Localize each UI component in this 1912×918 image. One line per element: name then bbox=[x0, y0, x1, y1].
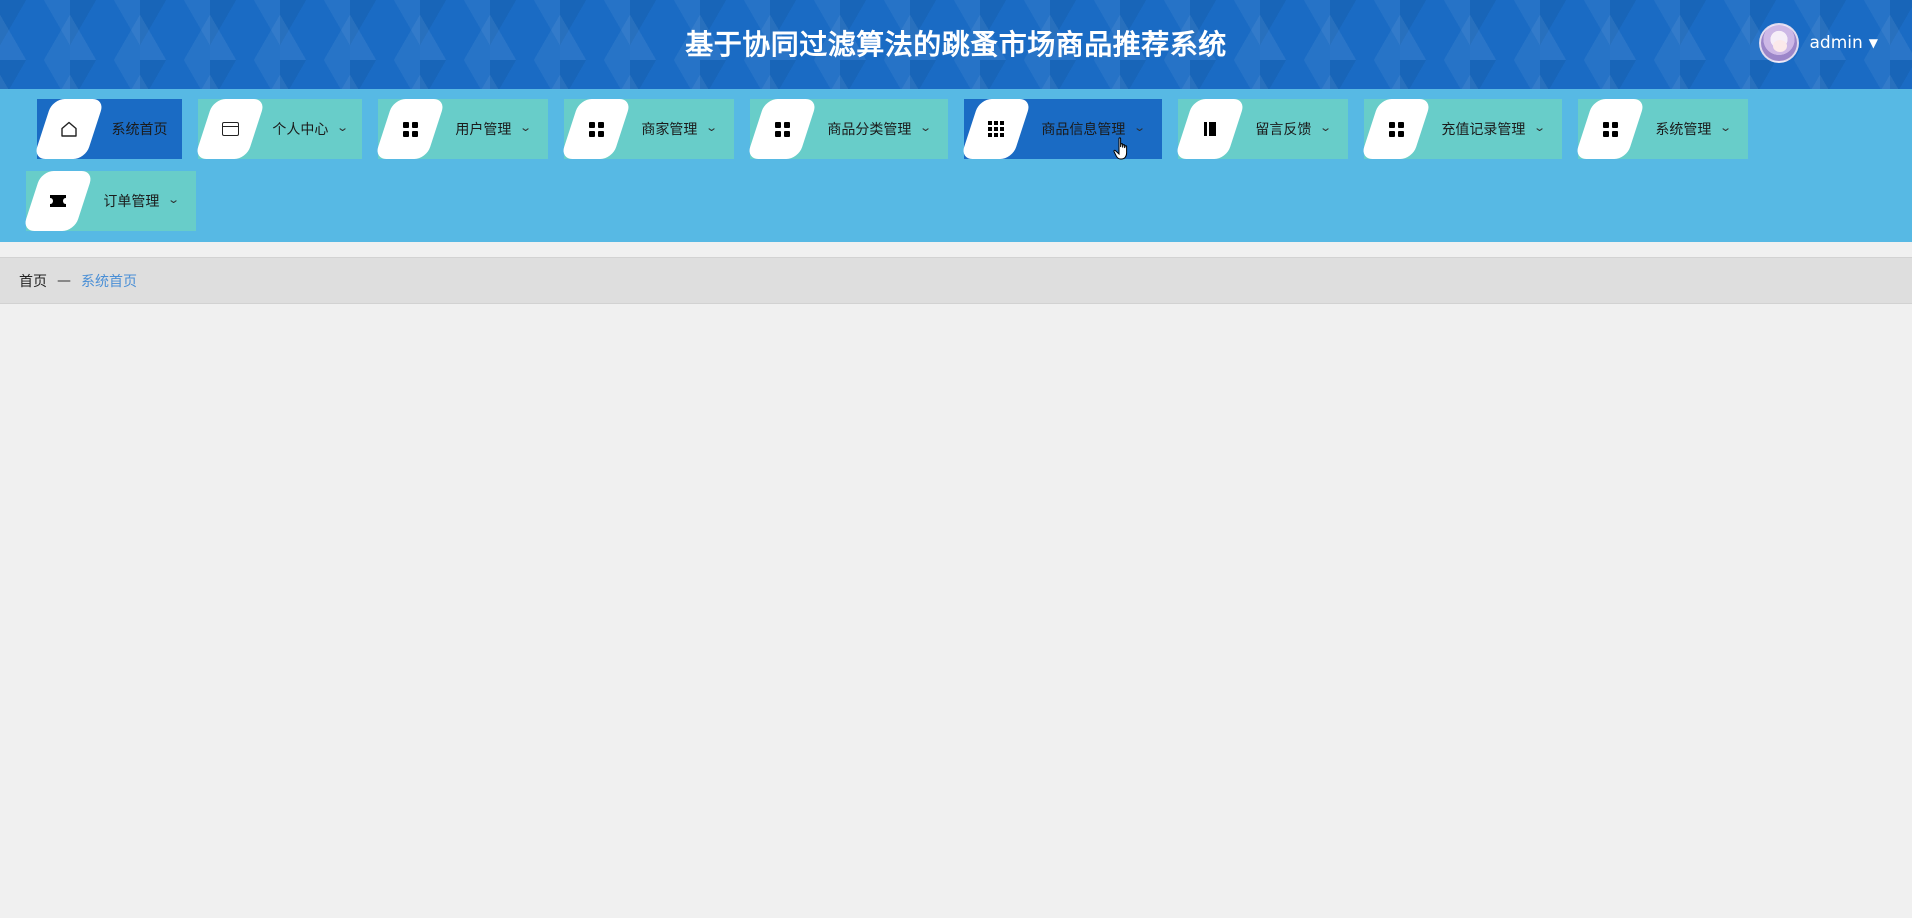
book-icon bbox=[1178, 99, 1242, 159]
grid-icon bbox=[1578, 99, 1642, 159]
chevron-down-icon: ⌄ bbox=[919, 120, 933, 134]
breadcrumb-separator: — bbox=[57, 272, 71, 289]
chevron-down-icon: ⌄ bbox=[336, 120, 350, 134]
chevron-down-icon: ⌄ bbox=[1533, 120, 1547, 134]
nav-label: 商品信息管理 bbox=[1041, 122, 1126, 138]
nav-label: 个人中心 bbox=[272, 122, 329, 138]
main-nav: 系统首页 个人中心 ⌄ 用户管理 ⌄ 商家管理 ⌄ 商品分类管理 ⌄ 商品信息管理 ⌄ 留… bbox=[0, 89, 1912, 242]
nav-label: 用户管理 bbox=[455, 122, 512, 138]
grid-icon bbox=[1364, 99, 1428, 159]
grid-icon bbox=[378, 99, 442, 159]
wallet-icon bbox=[198, 99, 262, 159]
breadcrumb-current: 系统首页 bbox=[81, 273, 137, 290]
breadcrumb: 首页 — 系统首页 bbox=[0, 257, 1912, 304]
chevron-down-icon: ⌄ bbox=[167, 192, 181, 206]
nav-label: 订单管理 bbox=[103, 194, 160, 210]
grid-icon bbox=[564, 99, 628, 159]
nav-item-feedback[interactable]: 留言反馈 ⌄ bbox=[1178, 99, 1348, 159]
nav-item-home[interactable]: 系统首页 bbox=[37, 99, 182, 159]
top-header: 基于协同过滤算法的跳蚤市场商品推荐系统 admin ▼ bbox=[0, 0, 1912, 89]
nav-label: 系统管理 bbox=[1655, 122, 1712, 138]
breadcrumb-home[interactable]: 首页 bbox=[19, 271, 47, 291]
user-menu[interactable]: admin ▼ bbox=[1759, 22, 1878, 64]
nav-item-merchant-management[interactable]: 商家管理 ⌄ bbox=[564, 99, 734, 159]
chevron-down-icon: ⌄ bbox=[1719, 120, 1733, 134]
chevron-down-icon: ⌄ bbox=[1133, 120, 1147, 134]
grid-icon bbox=[750, 99, 814, 159]
nav-label: 商家管理 bbox=[641, 122, 698, 138]
avatar[interactable] bbox=[1759, 23, 1800, 63]
chevron-down-icon: ⌄ bbox=[705, 120, 719, 134]
nav-item-order-management[interactable]: 订单管理 ⌄ bbox=[26, 171, 196, 231]
nav-label: 系统首页 bbox=[111, 122, 168, 138]
chevron-down-icon: ⌄ bbox=[519, 120, 533, 134]
nav-item-recharge-management[interactable]: 充值记录管理 ⌄ bbox=[1364, 99, 1562, 159]
nav-item-user-management[interactable]: 用户管理 ⌄ bbox=[378, 99, 548, 159]
nav-item-product-management[interactable]: 商品信息管理 ⌄ bbox=[964, 99, 1162, 159]
nav-item-system-management[interactable]: 系统管理 ⌄ bbox=[1578, 99, 1748, 159]
ticket-icon bbox=[26, 171, 90, 231]
nav-item-personal-center[interactable]: 个人中心 ⌄ bbox=[198, 99, 362, 159]
chevron-down-icon: ⌄ bbox=[1319, 120, 1333, 134]
app-title: 基于协同过滤算法的跳蚤市场商品推荐系统 bbox=[685, 28, 1227, 61]
nav-label: 留言反馈 bbox=[1255, 122, 1312, 138]
nav-label: 充值记录管理 bbox=[1441, 122, 1526, 138]
caret-down-icon[interactable]: ▼ bbox=[1869, 36, 1878, 50]
username[interactable]: admin bbox=[1809, 33, 1862, 53]
nav-label: 商品分类管理 bbox=[827, 122, 912, 138]
grid9-icon bbox=[964, 99, 1028, 159]
nav-item-category-management[interactable]: 商品分类管理 ⌄ bbox=[750, 99, 948, 159]
home-icon bbox=[37, 99, 101, 159]
